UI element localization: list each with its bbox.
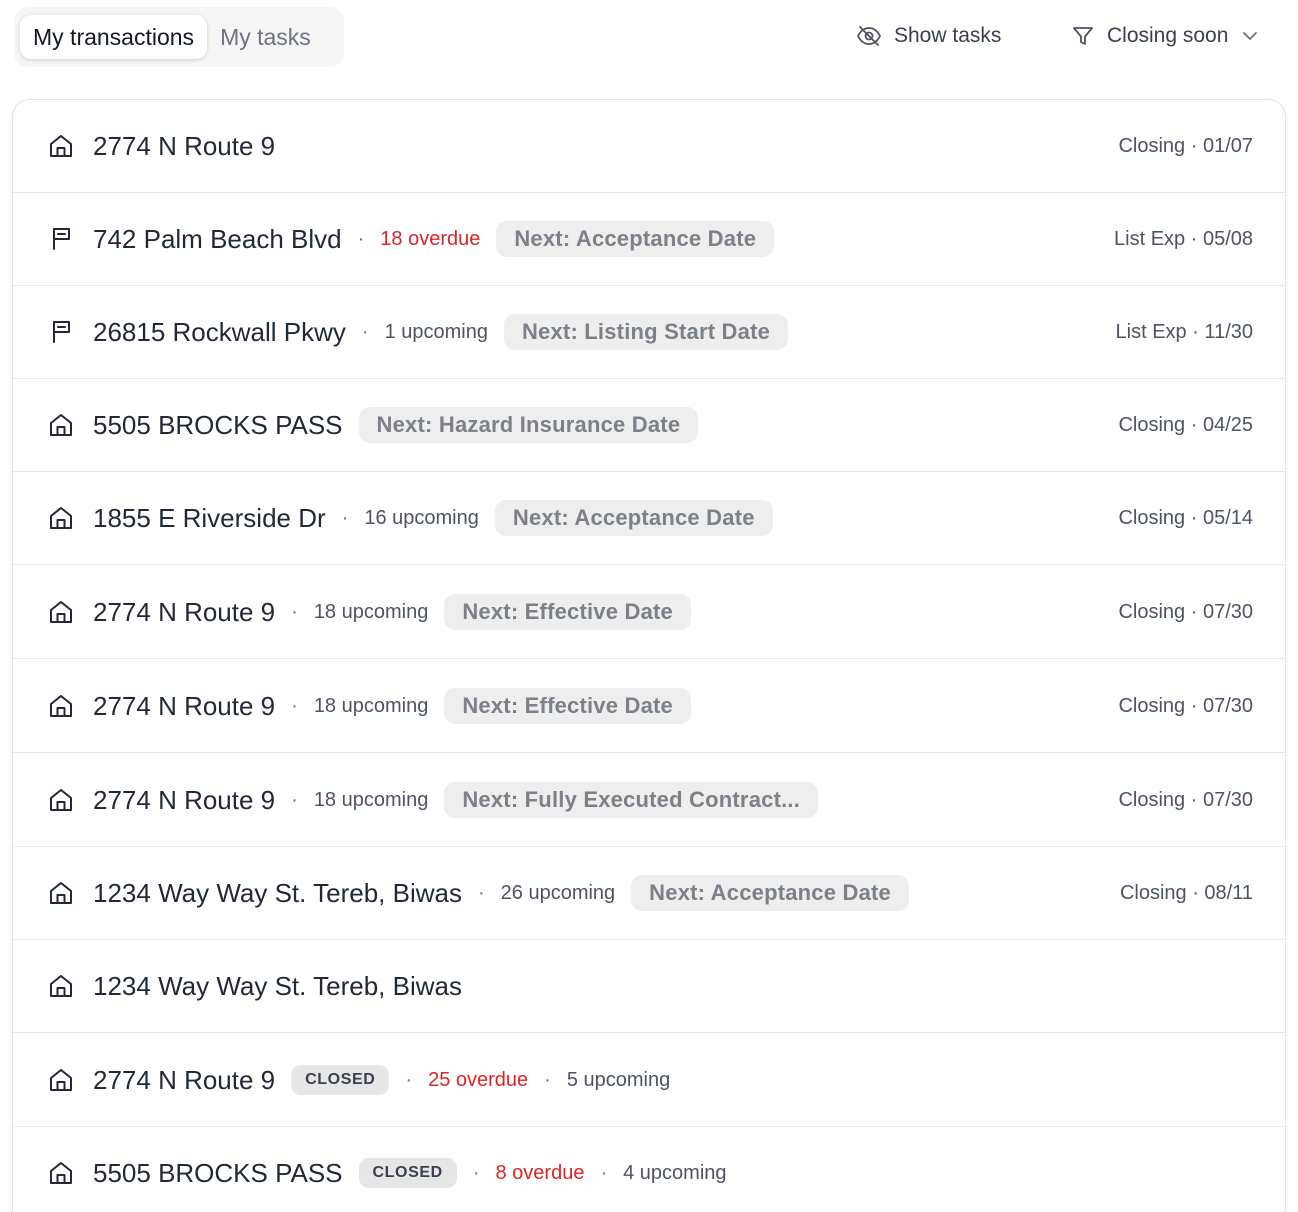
next-task-chip[interactable]: Next: Effective Date	[444, 688, 691, 724]
separator-dot: ·	[291, 788, 298, 811]
separator-dot: ·	[477, 881, 485, 904]
filter-icon	[1071, 24, 1095, 48]
transaction-date: Closing · 05/14	[1118, 506, 1253, 529]
transaction-row[interactable]: 742 Palm Beach Blvd · 18 overdue Next: A…	[13, 193, 1285, 286]
house-icon	[47, 1159, 75, 1187]
top-bar: My transactions My tasks Show tasks Clos…	[0, 0, 1298, 80]
transaction-row[interactable]: 1234 Way Way St. Tereb, Biwas	[13, 940, 1285, 1033]
upcoming-count: 18 upcoming	[313, 788, 429, 811]
transaction-row[interactable]: 1855 E Riverside Dr · 16 upcoming Next: …	[13, 472, 1285, 565]
transaction-date: Closing · 07/30	[1118, 788, 1253, 811]
transaction-date: List Exp · 05/08	[1114, 227, 1253, 250]
tab-my-tasks[interactable]: My tasks	[207, 15, 324, 59]
transaction-address: 1855 E Riverside Dr	[93, 502, 326, 533]
separator-dot: ·	[472, 1161, 480, 1184]
transaction-address: 5505 BROCKS PASS	[93, 1157, 343, 1188]
show-tasks-button[interactable]: Show tasks	[856, 14, 1001, 58]
filter-dropdown[interactable]: Closing soon	[1071, 14, 1258, 58]
view-switcher: My transactions My tasks	[14, 7, 344, 67]
transaction-row[interactable]: 2774 N Route 9 · 18 upcoming Next: Effec…	[13, 566, 1285, 659]
transaction-date: Closing · 08/11	[1119, 881, 1253, 904]
house-icon	[47, 598, 75, 626]
transaction-address: 2774 N Route 9	[93, 1064, 276, 1095]
sign-icon	[47, 225, 75, 253]
separator-dot: ·	[341, 506, 349, 529]
separator-dot: ·	[405, 1068, 413, 1091]
upcoming-count: 1 upcoming	[384, 320, 488, 343]
filter-label: Closing soon	[1107, 24, 1229, 47]
sign-icon	[47, 318, 75, 346]
house-icon	[47, 504, 75, 532]
overdue-count: 8 overdue	[495, 1161, 585, 1184]
show-tasks-label: Show tasks	[894, 24, 1002, 47]
eye-off-icon	[856, 25, 882, 47]
house-icon	[47, 972, 75, 1000]
next-task-chip[interactable]: Next: Fully Executed Contract...	[444, 782, 819, 818]
house-icon	[47, 786, 75, 814]
upcoming-count: 4 upcoming	[623, 1161, 727, 1184]
closed-badge: CLOSED	[291, 1065, 390, 1095]
next-task-chip[interactable]: Next: Listing Start Date	[503, 314, 789, 350]
separator-dot: ·	[361, 320, 369, 343]
house-icon	[47, 411, 75, 439]
upcoming-count: 26 upcoming	[500, 881, 616, 904]
transaction-address: 2774 N Route 9	[93, 690, 276, 721]
transaction-date: Closing · 01/07	[1118, 134, 1253, 157]
transaction-address: 1234 Way Way St. Tereb, Biwas	[93, 877, 462, 908]
upcoming-count: 5 upcoming	[566, 1068, 671, 1091]
transaction-row[interactable]: 2774 N Route 9 Closing · 01/07	[13, 100, 1285, 193]
next-task-chip[interactable]: Next: Acceptance Date	[631, 875, 909, 911]
transaction-row[interactable]: 2774 N Route 9 · 18 upcoming Next: Fully…	[13, 754, 1285, 847]
separator-dot: ·	[291, 694, 298, 717]
house-icon	[47, 1066, 75, 1094]
transaction-address: 5505 BROCKS PASS	[93, 409, 343, 440]
overdue-count: 18 overdue	[380, 227, 481, 250]
transaction-address: 1234 Way Way St. Tereb, Biwas	[93, 970, 462, 1001]
house-icon	[47, 692, 75, 720]
transaction-row[interactable]: 1234 Way Way St. Tereb, Biwas · 26 upcom…	[13, 847, 1285, 940]
transactions-list: 2774 N Route 9 Closing · 01/07 742 Palm …	[12, 99, 1286, 1212]
upcoming-count: 18 upcoming	[313, 694, 429, 717]
upcoming-count: 18 upcoming	[313, 600, 429, 623]
transaction-row[interactable]: 5505 BROCKS PASS Next: Hazard Insurance …	[13, 379, 1285, 472]
separator-dot: ·	[291, 600, 298, 623]
transaction-date: List Exp · 11/30	[1115, 320, 1253, 343]
house-icon	[47, 132, 75, 160]
next-task-chip[interactable]: Next: Acceptance Date	[496, 221, 775, 257]
next-task-chip[interactable]: Next: Hazard Insurance Date	[358, 407, 699, 443]
upcoming-count: 16 upcoming	[364, 506, 479, 529]
transaction-date: Closing · 07/30	[1118, 600, 1253, 623]
transaction-date: Closing · 07/30	[1118, 694, 1253, 717]
transaction-address: 26815 Rockwall Pkwy	[93, 316, 346, 347]
transaction-row[interactable]: 2774 N Route 9 · 18 upcoming Next: Effec…	[13, 660, 1285, 753]
transaction-address: 742 Palm Beach Blvd	[93, 223, 342, 254]
chevron-down-icon	[1242, 31, 1258, 41]
house-icon	[47, 879, 75, 907]
transaction-address: 2774 N Route 9	[93, 784, 276, 815]
next-task-chip[interactable]: Next: Effective Date	[444, 594, 691, 630]
transaction-row[interactable]: 2774 N Route 9 CLOSED · 25 overdue · 5 u…	[13, 1034, 1285, 1127]
separator-dot: ·	[357, 227, 365, 250]
overdue-count: 25 overdue	[428, 1068, 529, 1091]
transaction-address: 2774 N Route 9	[93, 130, 276, 161]
transaction-address: 2774 N Route 9	[93, 596, 276, 627]
transaction-row[interactable]: 5505 BROCKS PASS CLOSED · 8 overdue · 4 …	[13, 1127, 1285, 1212]
transaction-row[interactable]: 26815 Rockwall Pkwy · 1 upcoming Next: L…	[13, 286, 1285, 379]
transaction-date: Closing · 04/25	[1118, 413, 1253, 436]
next-task-chip[interactable]: Next: Acceptance Date	[494, 500, 773, 536]
separator-dot: ·	[544, 1068, 551, 1091]
separator-dot: ·	[600, 1161, 608, 1184]
closed-badge: CLOSED	[358, 1158, 457, 1188]
tab-my-transactions[interactable]: My transactions	[20, 15, 208, 59]
